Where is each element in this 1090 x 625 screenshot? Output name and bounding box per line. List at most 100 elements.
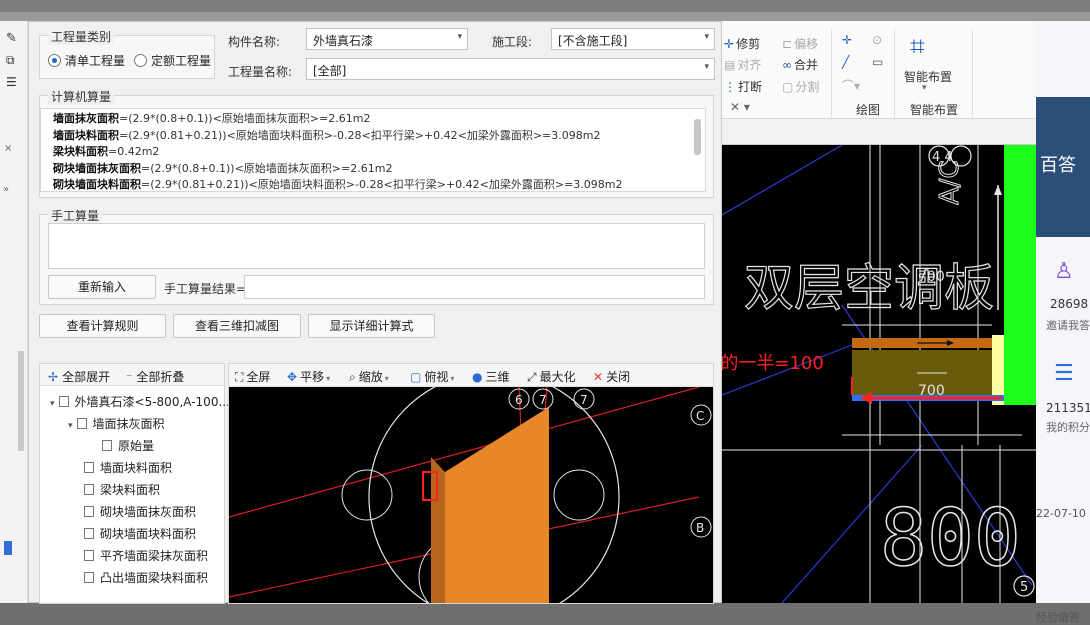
quantity-label: 工程量名称: <box>228 65 293 79</box>
maximize-button[interactable]: ⤢ 最大化 <box>527 368 576 385</box>
points-icon[interactable]: ☰ <box>1054 361 1074 386</box>
radio-unchecked-icon <box>134 54 147 67</box>
tree-item[interactable]: 梁块料面积 <box>84 481 160 498</box>
circle-icon: ⊙ <box>872 33 883 47</box>
quantity-select[interactable]: [全部] ▾ <box>306 58 715 80</box>
merge-icon: ∞ <box>782 58 792 72</box>
tool-icon[interactable]: ✎ <box>6 31 17 46</box>
point-tool[interactable]: ✛ <box>842 33 854 47</box>
three-d-button[interactable]: ● 三维 <box>472 368 510 385</box>
date-text: 22-07-10 <box>1036 507 1086 520</box>
view-3d-button[interactable]: 查看三维扣减图 <box>173 314 301 338</box>
tree-panel: ✢ 全部展开 ⁻ 全部折叠 ▾ 外墙真石漆<5-800,A-100... ▾ 墙面抹灰面… <box>39 363 230 604</box>
ribbon-divider <box>894 29 895 117</box>
break-button[interactable]: ⋮ 打断 <box>724 78 762 95</box>
exp-text: 经验值答 <box>1036 611 1080 624</box>
manual-group: 手工算量 重新输入 手工算量结果= <box>39 207 714 305</box>
calc-group-title: 计算机算量 <box>48 88 115 105</box>
invite-icon[interactable]: ♙ <box>1054 259 1074 284</box>
reenter-button[interactable]: 重新输入 <box>48 275 156 299</box>
calc-scrollbar[interactable] <box>694 119 701 155</box>
stage-select[interactable]: [不含施工段] ▾ <box>551 28 715 50</box>
close-icon[interactable]: × <box>4 143 12 154</box>
node-icon <box>84 484 94 495</box>
trim-button[interactable]: ✛ 修剪 <box>724 35 760 52</box>
copy-icon[interactable]: ⧉ <box>6 53 15 68</box>
circle-tool[interactable]: ⊙ <box>872 33 884 47</box>
category-group-title: 工程量类别 <box>48 28 115 45</box>
offset-icon: ⊏ <box>782 37 793 51</box>
close-view-button[interactable]: ✕ 关闭 <box>593 368 630 385</box>
tree-item[interactable]: 墙面块料面积 <box>84 459 172 476</box>
dim-700-top: 700 <box>918 269 945 285</box>
chevron-down-icon: ▾ <box>457 32 462 42</box>
smart-layout-button[interactable]: 智能布置 <box>904 68 952 85</box>
quantity-dialog: 工程量类别 清单工程量 定额工程量 构件名称: 外墙真石漆 ▾ 施工段: [不含施… <box>28 21 722 604</box>
node-icon <box>76 418 87 429</box>
arc-tool[interactable]: ⌒▾ <box>842 77 862 94</box>
zoom-button[interactable]: ⌕ 缩放 ▾ <box>349 368 389 385</box>
left-toolbar-strip: ✎ ⧉ ☰ × » <box>0 21 28 603</box>
smart-layout-group-label: 智能布置 <box>910 103 959 117</box>
points-label[interactable]: 我的积分 <box>1046 419 1090 435</box>
align-button[interactable]: ▤ 对齐 <box>724 56 761 73</box>
fullscreen-icon: ⛶ <box>235 370 244 384</box>
invite-count: 28698 <box>1050 297 1089 311</box>
maximize-icon: ⤢ <box>527 370 537 384</box>
radio-quota-quantity[interactable]: 定额工程量 <box>134 52 211 69</box>
chevron-down-icon[interactable]: ▾ <box>922 83 927 93</box>
tree-item[interactable]: 凸出墙面梁块料面积 <box>84 569 208 586</box>
big-cad-text: 双层空调板 <box>744 259 994 317</box>
axis-label: 7 <box>580 393 588 407</box>
radio-list-quantity[interactable]: 清单工程量 <box>48 52 125 69</box>
chevron-down-icon: ▾ <box>704 62 709 72</box>
expand-all-button[interactable]: ✢ 全部展开 <box>48 368 110 385</box>
calc-line: 墙面块料面积=(2.9*(0.81+0.21))<原始墙面块料面积>-0.28<… <box>53 128 601 142</box>
line-tool[interactable]: ╱ <box>842 55 851 69</box>
draw-group-label: 绘图 <box>856 103 881 117</box>
component-label: 构件名称: <box>228 35 281 49</box>
list-icon[interactable]: ☰ <box>6 75 17 89</box>
tree-item[interactable]: ▾ 墙面抹灰面积 <box>68 415 165 432</box>
calc-line: 砌块墙面块料面积=(2.9*(0.81+0.21))<原始墙面块料面积>-0.2… <box>53 178 623 191</box>
node-icon <box>84 528 94 539</box>
pan-button[interactable]: ✥ 平移 ▾ <box>287 368 330 385</box>
calc-line: 梁块料面积=0.42m2 <box>53 145 160 158</box>
view-rules-button[interactable]: 查看计算规则 <box>39 314 166 338</box>
show-detail-button[interactable]: 显示详细计算式 <box>308 314 435 338</box>
collapse-all-button[interactable]: ⁻ 全部折叠 <box>126 368 184 385</box>
ribbon-more[interactable]: ✕ ▾ <box>730 100 750 114</box>
calc-group: 计算机算量 墙面抹灰面积=(2.9*(0.8+0.1))<原始墙面抹灰面积>=2… <box>39 88 714 198</box>
rect-tool[interactable]: ▭ <box>872 55 885 69</box>
cube-icon: ▢ <box>410 370 422 384</box>
smart-layout-icon[interactable]: ⌗ <box>910 33 925 61</box>
node-icon <box>84 462 94 473</box>
manual-result-label: 手工算量结果= <box>164 282 247 296</box>
line-icon: ╱ <box>842 55 850 69</box>
calc-line: 墙面抹灰面积=(2.9*(0.8+0.1))<原始墙面抹灰面积>=2.61m2 <box>53 112 371 125</box>
dim-800-text: 800 <box>880 494 1021 584</box>
manual-input[interactable] <box>48 223 705 269</box>
points-count: 211351 <box>1046 401 1090 415</box>
calc-text-box[interactable]: 墙面抹灰面积=(2.9*(0.8+0.1))<原始墙面抹灰面积>=2.61m2 … <box>40 108 706 192</box>
tree-item[interactable]: 原始量 <box>102 437 154 454</box>
tree-item[interactable]: ▾ 外墙真石漆<5-800,A-100... <box>50 393 230 410</box>
tree-item[interactable]: 平齐墙面梁抹灰面积 <box>84 547 208 564</box>
axis-label: 7 <box>539 393 547 407</box>
component-select[interactable]: 外墙真石漆 ▾ <box>306 28 468 50</box>
split-button[interactable]: ▢ 分割 <box>782 78 819 95</box>
invite-label[interactable]: 邀请我答 <box>1046 317 1090 333</box>
view3d-canvas: 6 7 7 C B <box>229 387 712 603</box>
category-group: 工程量类别 清单工程量 定额工程量 <box>39 28 215 79</box>
merge-button[interactable]: ∞ 合并 <box>782 56 818 73</box>
manual-result-field[interactable] <box>244 275 705 299</box>
expand-icon[interactable]: » <box>3 184 9 195</box>
scrollbar[interactable] <box>18 351 24 451</box>
tree-item[interactable]: 砌块墙面抹灰面积 <box>84 503 196 520</box>
view3d-panel[interactable]: ⛶ 全屏 ✥ 平移 ▾ ⌕ 缩放 ▾ ▢ 俯视 ▾ ● 三维 ⤢ 最大化 ✕ 关闭 6 7 <box>228 363 714 604</box>
tree-item[interactable]: 砌块墙面块料面积 <box>84 525 196 542</box>
offset-button[interactable]: ⊏ 偏移 <box>782 35 818 52</box>
radio-checked-icon <box>48 54 61 67</box>
topview-button[interactable]: ▢ 俯视 ▾ <box>410 368 454 385</box>
fullscreen-button[interactable]: ⛶ 全屏 <box>235 368 270 385</box>
